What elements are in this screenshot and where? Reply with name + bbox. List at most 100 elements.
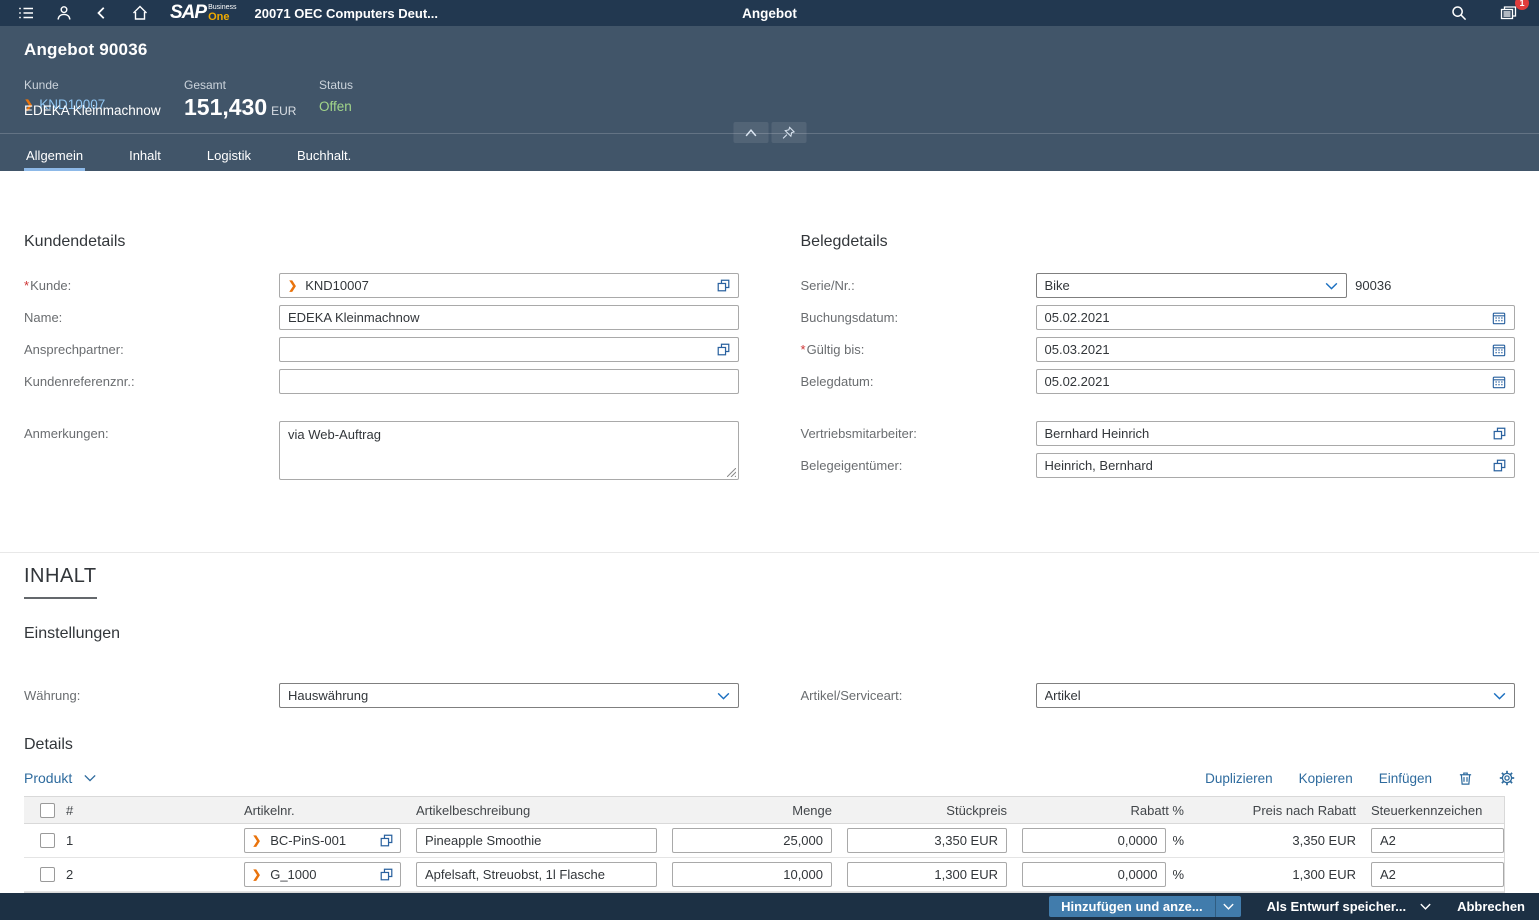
- kundenreferenz-field[interactable]: [279, 369, 739, 394]
- details-section: Details Produkt Duplizieren Kopieren Ein…: [0, 708, 1539, 893]
- table-row: 1 ❯ BC-PinS-001 % 3,350 EUR: [24, 824, 1504, 858]
- buchungsdatum-value: 05.02.2021: [1045, 310, 1487, 325]
- menu-icon[interactable]: [14, 2, 38, 24]
- waehrung-value: Hauswährung: [288, 688, 711, 703]
- logo-one-text: One: [208, 12, 236, 23]
- rabatt-field[interactable]: [1022, 828, 1166, 853]
- tab-allgemein[interactable]: Allgemein: [24, 142, 85, 171]
- select-all-checkbox[interactable]: [40, 803, 55, 818]
- messages-icon[interactable]: 1: [1497, 2, 1521, 24]
- serie-select[interactable]: Bike: [1036, 273, 1348, 298]
- object-header: Angebot 90036 Kunde ❯ KND10007 Gesamt 15…: [0, 26, 1539, 171]
- footer-toolbar: Hinzufügen und anze... Als Entwurf speic…: [0, 893, 1539, 920]
- col-steuerkennzeichen: Steuerkennzeichen: [1356, 797, 1504, 823]
- row-number: 1: [66, 824, 244, 857]
- value-help-icon[interactable]: [717, 343, 730, 356]
- value-help-icon[interactable]: [380, 868, 393, 881]
- resize-grip-icon[interactable]: [727, 468, 736, 477]
- buchungsdatum-field-label: Buchungsdatum:: [801, 310, 1036, 325]
- produkt-label: Produkt: [24, 770, 72, 786]
- home-icon[interactable]: [128, 2, 152, 24]
- save-as-draft-button[interactable]: Als Entwurf speicher...: [1267, 899, 1431, 914]
- sap-business-one-logo: SAP Business One: [170, 3, 236, 23]
- row-checkbox[interactable]: [40, 833, 55, 848]
- calendar-icon[interactable]: [1492, 343, 1506, 357]
- add-and-view-arrow-button[interactable]: [1215, 896, 1241, 917]
- artikelnr-field[interactable]: ❯ BC-PinS-001: [244, 828, 401, 853]
- row-checkbox[interactable]: [40, 867, 55, 882]
- ansprechpartner-field[interactable]: [279, 337, 739, 362]
- user-icon[interactable]: [52, 2, 76, 24]
- table-settings-gear-icon[interactable]: [1499, 770, 1515, 786]
- kopieren-button[interactable]: Kopieren: [1299, 771, 1353, 786]
- chevron-down-icon: [84, 774, 96, 782]
- waehrung-field-label: Währung:: [24, 688, 279, 703]
- search-icon[interactable]: [1447, 2, 1471, 24]
- steuerkennzeichen-field[interactable]: [1371, 828, 1504, 853]
- kunde-field[interactable]: ❯ KND10007: [279, 273, 739, 298]
- col-menge: Menge: [672, 797, 832, 823]
- tab-buchhalt[interactable]: Buchhalt.: [295, 142, 353, 171]
- beschreibung-field[interactable]: [416, 828, 657, 853]
- table-header-row: # Artikelnr. Artikelbeschreibung Menge S…: [24, 797, 1504, 824]
- gueltig-bis-field[interactable]: 05.03.2021: [1036, 337, 1516, 362]
- gesamt-unit: EUR: [271, 104, 296, 118]
- chevron-right-icon: ❯: [252, 834, 261, 847]
- belegeigentuemer-value: Heinrich, Bernhard: [1045, 458, 1488, 473]
- collapse-header-button[interactable]: [733, 122, 768, 143]
- chevron-down-icon: [1325, 282, 1338, 290]
- add-and-view-split-button: Hinzufügen und anze...: [1049, 896, 1241, 917]
- gesamt-label: Gesamt: [184, 78, 319, 92]
- stueckpreis-field[interactable]: [847, 862, 1007, 887]
- kundendetails-title: Kundendetails: [24, 233, 739, 251]
- artikelart-select[interactable]: Artikel: [1036, 683, 1516, 708]
- kundendetails-section: Kundendetails *Kunde: ❯ KND10007 Name: A…: [24, 233, 739, 490]
- percent-suffix: %: [1172, 867, 1184, 882]
- vertriebsmitarbeiter-field[interactable]: Bernhard Heinrich: [1036, 421, 1516, 446]
- kundenreferenz-field-label: Kundenreferenznr.:: [24, 374, 279, 389]
- artikelart-value: Artikel: [1045, 688, 1488, 703]
- rabatt-field[interactable]: [1022, 862, 1166, 887]
- items-table: # Artikelnr. Artikelbeschreibung Menge S…: [24, 796, 1505, 893]
- calendar-icon[interactable]: [1492, 375, 1506, 389]
- beschreibung-field[interactable]: [416, 862, 657, 887]
- kunde-label: Kunde: [24, 78, 184, 92]
- chevron-down-icon: [717, 692, 730, 700]
- produkt-dropdown[interactable]: Produkt: [24, 770, 96, 786]
- col-nr: #: [66, 797, 244, 823]
- stueckpreis-field[interactable]: [847, 828, 1007, 853]
- menge-field[interactable]: [672, 862, 832, 887]
- einfuegen-button[interactable]: Einfügen: [1379, 771, 1432, 786]
- duplizieren-button[interactable]: Duplizieren: [1205, 771, 1273, 786]
- einstellungen-title: Einstellungen: [24, 625, 1515, 643]
- steuerkennzeichen-field[interactable]: [1371, 862, 1504, 887]
- cancel-button[interactable]: Abbrechen: [1457, 899, 1525, 914]
- waehrung-select[interactable]: Hauswährung: [279, 683, 739, 708]
- buchungsdatum-field[interactable]: 05.02.2021: [1036, 305, 1516, 330]
- chevron-down-icon: [1493, 692, 1506, 700]
- value-help-icon[interactable]: [1493, 459, 1506, 472]
- menge-field[interactable]: [672, 828, 832, 853]
- vertrieb-field-label: Vertriebsmitarbeiter:: [801, 426, 1036, 441]
- artikelnr-value: BC-PinS-001: [270, 833, 374, 848]
- anmerkungen-field[interactable]: via Web-Auftrag: [279, 421, 739, 480]
- belegdatum-value: 05.02.2021: [1045, 374, 1487, 389]
- calendar-icon[interactable]: [1492, 311, 1506, 325]
- add-and-view-button[interactable]: Hinzufügen und anze...: [1049, 896, 1215, 917]
- value-help-icon[interactable]: [717, 279, 730, 292]
- tab-inhalt[interactable]: Inhalt: [127, 142, 163, 171]
- belegdetails-section: Belegdetails Serie/Nr.: Bike 90036 Buchu…: [801, 233, 1516, 490]
- belegeigentuemer-field[interactable]: Heinrich, Bernhard: [1036, 453, 1516, 478]
- value-help-icon[interactable]: [1493, 427, 1506, 440]
- delete-row-icon[interactable]: [1458, 771, 1473, 786]
- artikelart-field-label: Artikel/Serviceart:: [801, 688, 1036, 703]
- percent-suffix: %: [1172, 833, 1184, 848]
- save-as-draft-label: Als Entwurf speicher...: [1267, 899, 1406, 914]
- value-help-icon[interactable]: [380, 834, 393, 847]
- artikelnr-field[interactable]: ❯ G_1000: [244, 862, 401, 887]
- pin-header-button[interactable]: [771, 122, 806, 143]
- tab-logistik[interactable]: Logistik: [205, 142, 253, 171]
- back-icon[interactable]: [90, 2, 114, 24]
- belegdatum-field[interactable]: 05.02.2021: [1036, 369, 1516, 394]
- name-field[interactable]: [279, 305, 739, 330]
